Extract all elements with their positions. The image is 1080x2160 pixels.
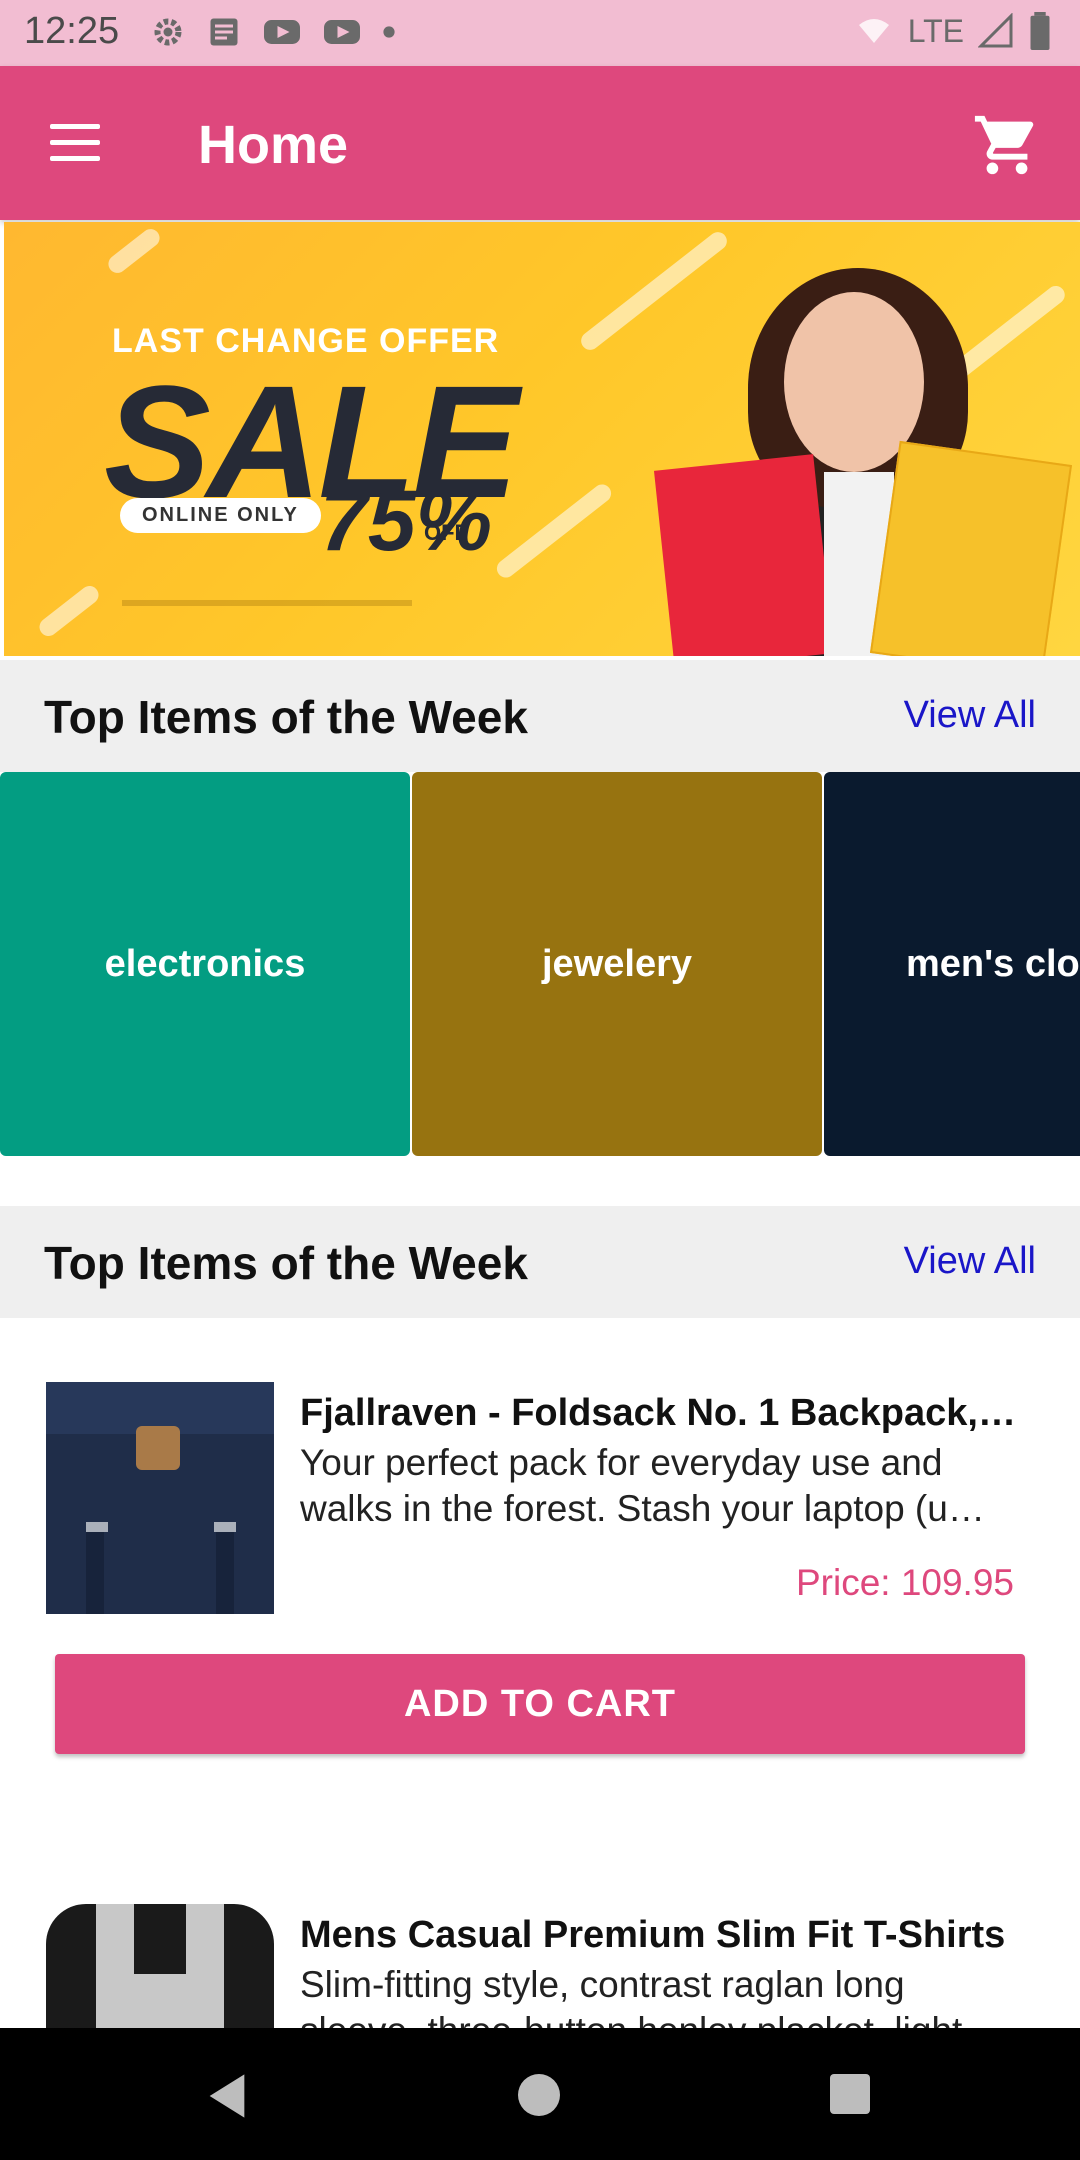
backpack-buckle xyxy=(86,1522,108,1532)
page-title: Home xyxy=(198,115,349,175)
product-image[interactable] xyxy=(46,1904,274,2028)
product-card[interactable]: Mens Casual Premium Slim Fit T-Shirts Sl… xyxy=(0,1840,1080,2028)
banner-decoration xyxy=(577,228,731,354)
banner-online-badge: ONLINE ONLY xyxy=(120,498,321,533)
category-label: men's clothing xyxy=(906,942,1080,985)
status-time: 12:25 xyxy=(24,10,120,52)
backpack-logo xyxy=(136,1426,180,1470)
category-label: jewelery xyxy=(542,942,692,985)
product-description-line: walks in the forest. Stash your laptop (… xyxy=(300,1488,985,1529)
product-title: Mens Casual Premium Slim Fit T-Shirts xyxy=(300,1914,1006,1956)
section-header: Top Items of the Week View All xyxy=(0,660,1080,772)
promo-banner[interactable]: LAST CHANGE OFFER SALE ONLINE ONLY 75% O… xyxy=(4,222,1080,656)
product-image[interactable] xyxy=(46,1382,274,1614)
battery-icon xyxy=(1030,12,1050,50)
backpack-buckle xyxy=(214,1522,236,1532)
app-bar: Home xyxy=(0,66,1080,220)
notification-icons xyxy=(150,14,396,50)
section-title: Top Items of the Week xyxy=(44,691,528,743)
view-all-link[interactable]: View All xyxy=(904,694,1036,737)
status-bar: 12:25 LTE xyxy=(0,0,1080,66)
home-icon[interactable] xyxy=(518,2074,560,2116)
menu-icon[interactable] xyxy=(46,118,104,168)
category-card-electronics[interactable]: electronics xyxy=(0,772,410,1156)
news-icon xyxy=(210,18,238,46)
backpack-strap xyxy=(86,1522,104,1614)
product-description: Your perfect pack for everyday use and w… xyxy=(300,1440,1016,1532)
banner-decoration xyxy=(35,582,103,640)
product-description-line: Your perfect pack for everyday use and xyxy=(300,1442,943,1483)
youtube-icon xyxy=(324,20,360,44)
product-description-line: Slim-fitting style, contrast raglan long xyxy=(300,1964,905,2005)
settings-icon xyxy=(154,18,182,46)
dot-icon xyxy=(383,26,395,38)
category-label: electronics xyxy=(104,942,306,985)
backpack-strap xyxy=(216,1522,234,1614)
product-title: Fjallraven - Foldsack No. 1 Backpack, Fi… xyxy=(300,1392,1020,1434)
category-card-jewelery[interactable]: jewelery xyxy=(412,772,822,1156)
banner-decoration xyxy=(104,225,164,277)
recents-icon[interactable] xyxy=(830,2074,870,2114)
back-icon[interactable] xyxy=(204,2070,250,2122)
category-card-mens-clothing[interactable]: men's clothing xyxy=(824,772,1080,1156)
add-to-cart-button[interactable]: ADD TO CART xyxy=(55,1654,1025,1754)
wifi-icon xyxy=(858,19,889,43)
system-nav-bar xyxy=(0,2028,1080,2160)
product-description-line: sleeve, three-button henley placket, lig… xyxy=(300,2008,1016,2028)
network-type: LTE xyxy=(907,12,964,49)
banner-off-text: OFF xyxy=(424,520,468,545)
signal-icon xyxy=(978,13,1013,48)
product-price: Price: 109.95 xyxy=(795,1562,1014,1603)
product-card[interactable]: Fjallraven - Foldsack No. 1 Backpack, Fi… xyxy=(0,1318,1080,1758)
cart-icon[interactable] xyxy=(972,110,1042,180)
youtube-icon xyxy=(264,20,300,44)
category-carousel[interactable]: electronics jewelery men's clothing xyxy=(0,772,1080,1156)
section-title: Top Items of the Week xyxy=(44,1237,528,1289)
section-header: Top Items of the Week View All xyxy=(0,1206,1080,1318)
banner-fine-print xyxy=(122,600,412,606)
system-icons: LTE xyxy=(854,12,1052,50)
view-all-link[interactable]: View All xyxy=(904,1240,1036,1283)
shopping-bag xyxy=(653,454,835,656)
tshirt-placket xyxy=(134,1904,186,1974)
product-description: Slim-fitting style, contrast raglan long… xyxy=(300,1962,1016,2028)
shopping-bag xyxy=(869,440,1073,656)
